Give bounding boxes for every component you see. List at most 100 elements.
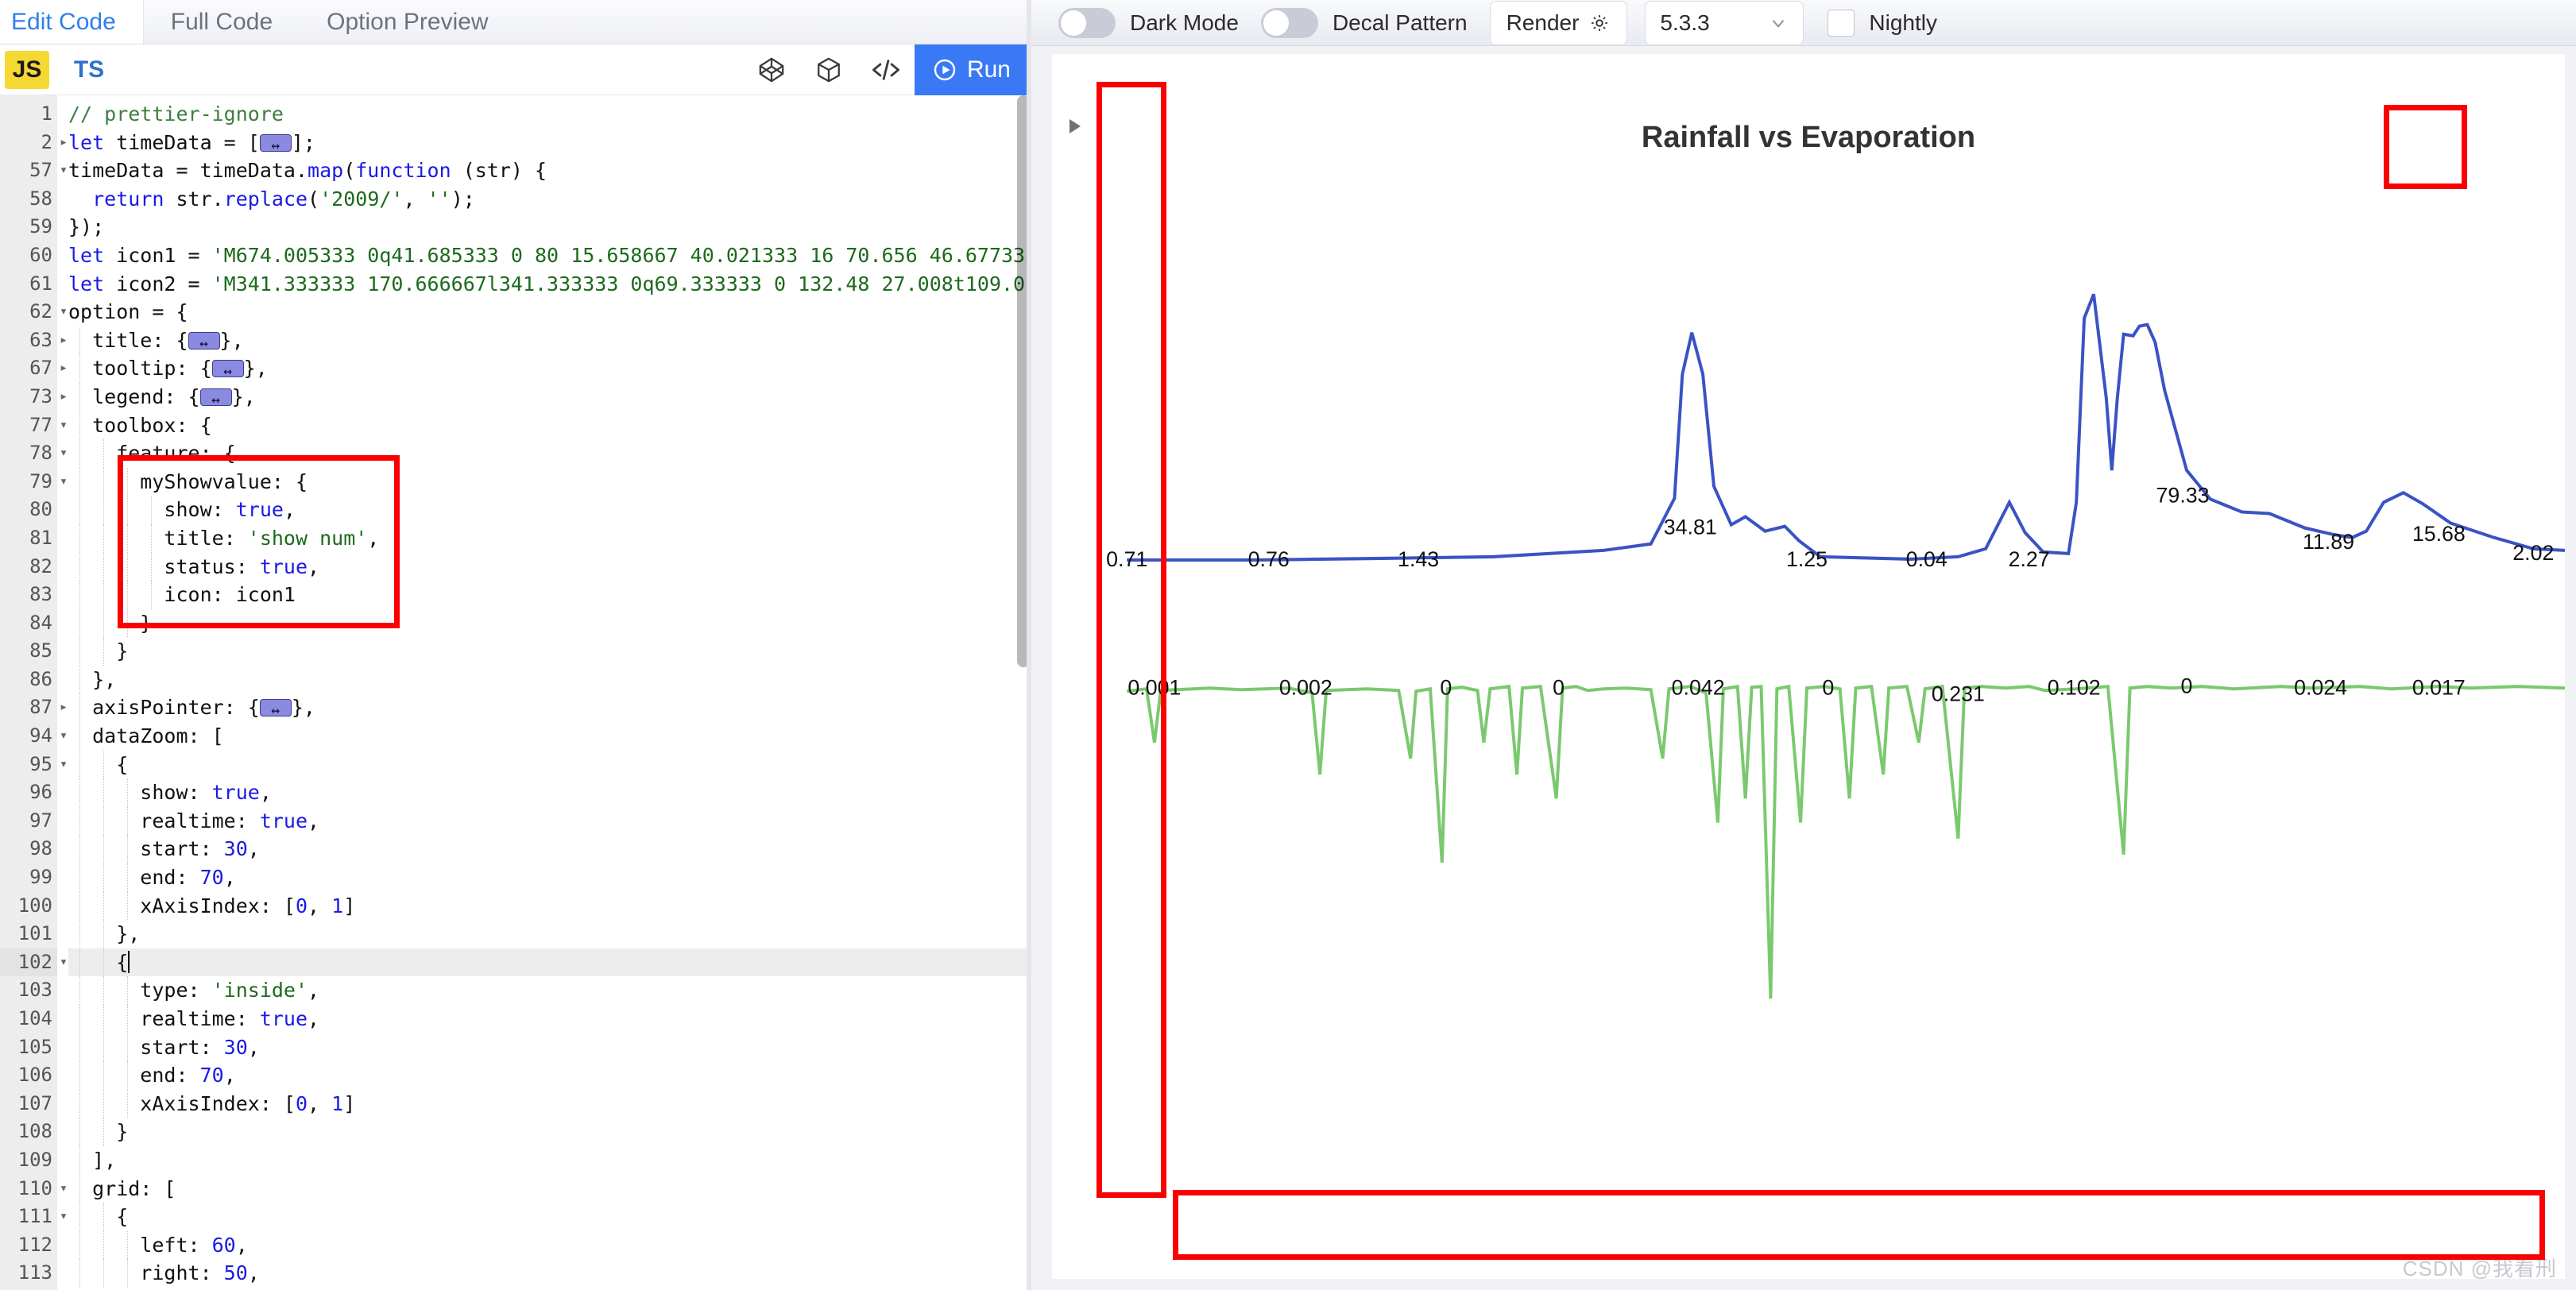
code-token: ,	[223, 1064, 236, 1087]
code-line[interactable]: }	[68, 608, 1031, 638]
code-line[interactable]: axisPointer: {},	[68, 693, 1031, 725]
code-line[interactable]: feature: {	[68, 439, 1031, 468]
indent-guide	[127, 806, 128, 836]
code-line[interactable]: ],	[68, 1145, 1031, 1175]
code-line[interactable]: let icon2 = 'M341.333333 170.666667l341.…	[68, 270, 1031, 299]
nightly-checkbox[interactable]	[1828, 9, 1855, 37]
data-label: 0.102	[2048, 675, 2101, 699]
code-line[interactable]: start: 30,	[68, 1033, 1031, 1062]
code-line[interactable]: {	[68, 1203, 1031, 1231]
indent-guide	[103, 863, 104, 892]
code-line[interactable]: let icon1 = 'M674.005333 0q41.685333 0 8…	[68, 241, 1031, 270]
code-line[interactable]: realtime: true,	[68, 1005, 1031, 1033]
code-token: type:	[68, 979, 212, 1002]
tab-full-code-label: Full Code	[170, 8, 273, 35]
indent-guide	[127, 1033, 128, 1062]
lang-ts-button[interactable]: TS	[67, 51, 111, 89]
render-button[interactable]: Render	[1489, 0, 1628, 45]
code-line[interactable]: title: {},	[68, 326, 1031, 357]
code-line[interactable]: show: true,	[68, 778, 1031, 807]
indent-guide	[103, 948, 104, 977]
folded-code-widget[interactable]	[199, 386, 232, 415]
run-button[interactable]: Run	[914, 44, 1031, 95]
indent-guide	[103, 1061, 104, 1090]
code-line[interactable]: toolbox: {	[68, 411, 1031, 440]
code-token: },	[219, 328, 244, 352]
code-line[interactable]: legend: {},	[68, 382, 1031, 415]
code-token: 'inside'	[211, 979, 308, 1002]
code-line[interactable]: xAxisIndex: [0, 1]	[68, 1089, 1031, 1118]
code-line[interactable]: end: 70,	[68, 1061, 1031, 1090]
data-label: 0	[1822, 675, 1834, 699]
codepen-icon[interactable]	[743, 44, 800, 95]
indent-guide	[79, 581, 80, 609]
code-line[interactable]: left: 60,	[68, 1230, 1031, 1260]
code-token: start:	[68, 837, 224, 861]
indent-guide	[103, 637, 104, 666]
code-line[interactable]: dataZoom: [	[68, 722, 1031, 751]
lang-js-label: JS	[12, 56, 42, 83]
code-line[interactable]: let timeData = [];	[68, 129, 1031, 160]
line-number: 84	[29, 611, 52, 634]
code-brackets-icon[interactable]	[857, 44, 915, 95]
line-number: 2 ▸	[0, 129, 68, 157]
code-line[interactable]: {	[68, 948, 1031, 977]
data-label: 0	[1440, 675, 1452, 699]
lang-js-button[interactable]: JS	[5, 50, 49, 89]
code-line[interactable]: title: 'show num',	[68, 523, 1031, 553]
code-token: grid: [	[68, 1176, 176, 1200]
indent-guide	[151, 496, 152, 524]
code-line[interactable]: }	[68, 1118, 1031, 1146]
code-line[interactable]: tooltip: {},	[68, 354, 1031, 386]
code-line[interactable]: option = {	[68, 298, 1031, 326]
folded-code-widget[interactable]	[211, 357, 244, 386]
code-line[interactable]: return str.replace('2009/', '');	[68, 185, 1031, 214]
folded-code-widget[interactable]	[188, 330, 220, 357]
indent-guide	[79, 891, 80, 921]
indent-guide	[79, 523, 80, 553]
code-editor[interactable]: 1 2 ▸ 57 ▾ 58 59 60 61 62 ▾ 63 ▸ 67 ▸ 73 ▸ 77 ▾ 78 ▾ 79 ▾ 80 81 8…	[0, 95, 1031, 1290]
line-number: 63 ▸	[0, 326, 68, 355]
cube-icon[interactable]	[800, 44, 857, 95]
tab-edit-code[interactable]: Edit Code	[0, 0, 144, 44]
code-token: },	[243, 357, 268, 380]
code-line[interactable]: });	[68, 213, 1031, 241]
code-line[interactable]: realtime: true,	[68, 806, 1031, 836]
code-line[interactable]: icon: icon1	[68, 581, 1031, 609]
code-line[interactable]: right: 50,	[68, 1259, 1031, 1288]
decal-pattern-toggle[interactable]	[1260, 7, 1318, 38]
code-line[interactable]: }	[68, 637, 1031, 666]
code-content[interactable]: // prettier-ignorelet timeData = [];time…	[57, 95, 1031, 1290]
code-line[interactable]: // prettier-ignore	[68, 100, 1031, 129]
indent-guide	[151, 523, 152, 553]
code-token: ,	[235, 1233, 248, 1257]
code-token: ,	[403, 187, 427, 210]
code-line[interactable]: {	[68, 750, 1031, 779]
indent-guide	[127, 976, 128, 1005]
code-line[interactable]: },	[68, 920, 1031, 948]
data-label: 2.27	[2009, 547, 2050, 571]
code-line[interactable]: },	[68, 665, 1031, 694]
line-number: 87 ▸	[0, 693, 68, 722]
code-line[interactable]: status: true,	[68, 552, 1031, 581]
code-token: dataZoom: [	[68, 724, 224, 748]
code-line[interactable]: myShowvalue: {	[68, 467, 1031, 496]
folded-code-widget[interactable]	[259, 697, 292, 725]
code-token: icon2 =	[104, 272, 212, 295]
code-token: true	[211, 781, 260, 805]
folded-code-widget[interactable]	[259, 132, 292, 160]
code-line[interactable]: xAxisIndex: [0, 1]	[68, 891, 1031, 921]
code-line[interactable]: grid: [	[68, 1174, 1031, 1203]
chart-canvas-area[interactable]: Rainfall vs Evaporation 0.71 0.76 1.43 3…	[1052, 54, 2565, 1279]
code-line[interactable]: show: true,	[68, 496, 1031, 524]
code-line[interactable]: timeData = timeData.map(function (str) {	[68, 156, 1031, 185]
dark-mode-toggle[interactable]	[1058, 7, 1116, 38]
code-line[interactable]: end: 70,	[68, 863, 1031, 892]
code-line[interactable]: start: 30,	[68, 835, 1031, 864]
version-select[interactable]: 5.3.3	[1645, 0, 1804, 45]
tab-option-preview[interactable]: Option Preview	[300, 0, 515, 44]
tab-full-code[interactable]: Full Code	[144, 0, 300, 44]
code-token: myShowvalue: {	[68, 469, 308, 493]
data-label: 0	[1553, 675, 1565, 699]
code-line[interactable]: type: 'inside',	[68, 976, 1031, 1005]
